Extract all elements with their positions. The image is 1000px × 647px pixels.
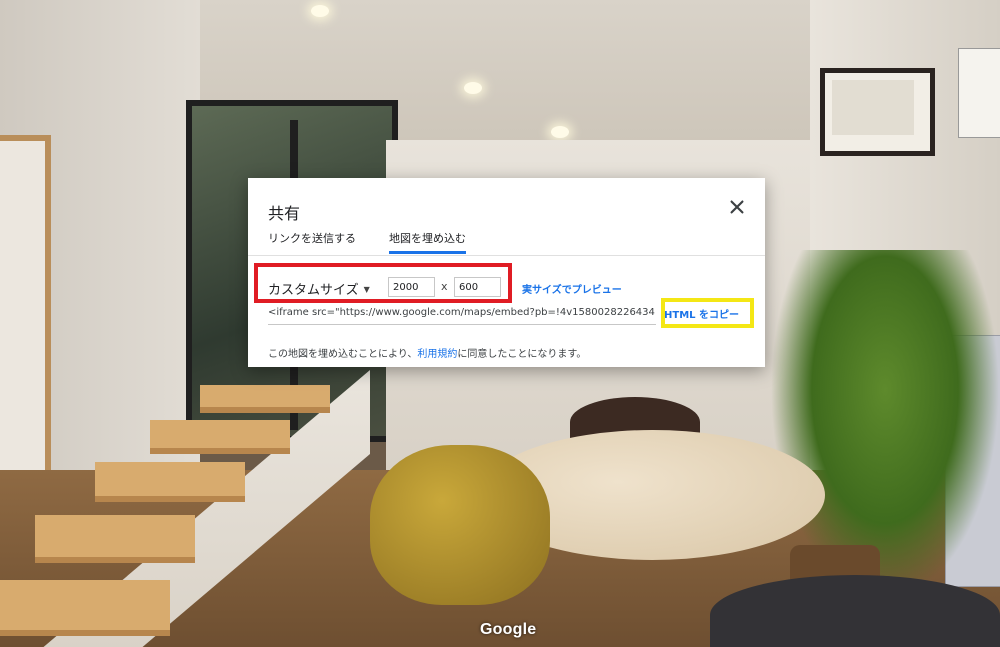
tab-send-link[interactable]: リンクを送信する	[268, 230, 356, 254]
terms-notice-suffix: に同意したことになります。	[457, 349, 587, 360]
terms-notice-prefix: この地図を埋め込むことにより、	[268, 349, 418, 360]
close-button[interactable]	[724, 194, 750, 220]
stair-step	[200, 385, 330, 413]
stair-step	[35, 515, 195, 563]
terms-link[interactable]: 利用規約	[417, 349, 457, 360]
size-highlight-box	[254, 263, 512, 303]
stair-step	[150, 420, 290, 454]
ceiling-light	[311, 5, 329, 17]
tabs-divider	[248, 255, 765, 256]
picture-frame-content	[832, 80, 914, 135]
close-icon	[730, 200, 744, 214]
ceiling-light	[551, 126, 569, 138]
ceiling-light	[464, 82, 482, 94]
copy-highlight-box	[661, 298, 754, 328]
embed-code-field[interactable]: <iframe src="https://www.google.com/maps…	[268, 305, 656, 325]
wall-notice	[958, 48, 1000, 138]
dark-chair-foreground	[710, 575, 1000, 647]
google-logo: Google	[480, 621, 537, 638]
tab-embed-map[interactable]: 地図を埋め込む	[389, 230, 466, 254]
stair-step	[0, 580, 170, 636]
stair-step	[95, 462, 245, 502]
terms-notice: この地図を埋め込むことにより、利用規約に同意したことになります。	[268, 345, 586, 360]
dialog-title: 共有	[268, 204, 301, 223]
preview-actual-size-link[interactable]: 実サイズでプレビュー	[522, 281, 622, 296]
yellow-chair	[370, 445, 550, 605]
